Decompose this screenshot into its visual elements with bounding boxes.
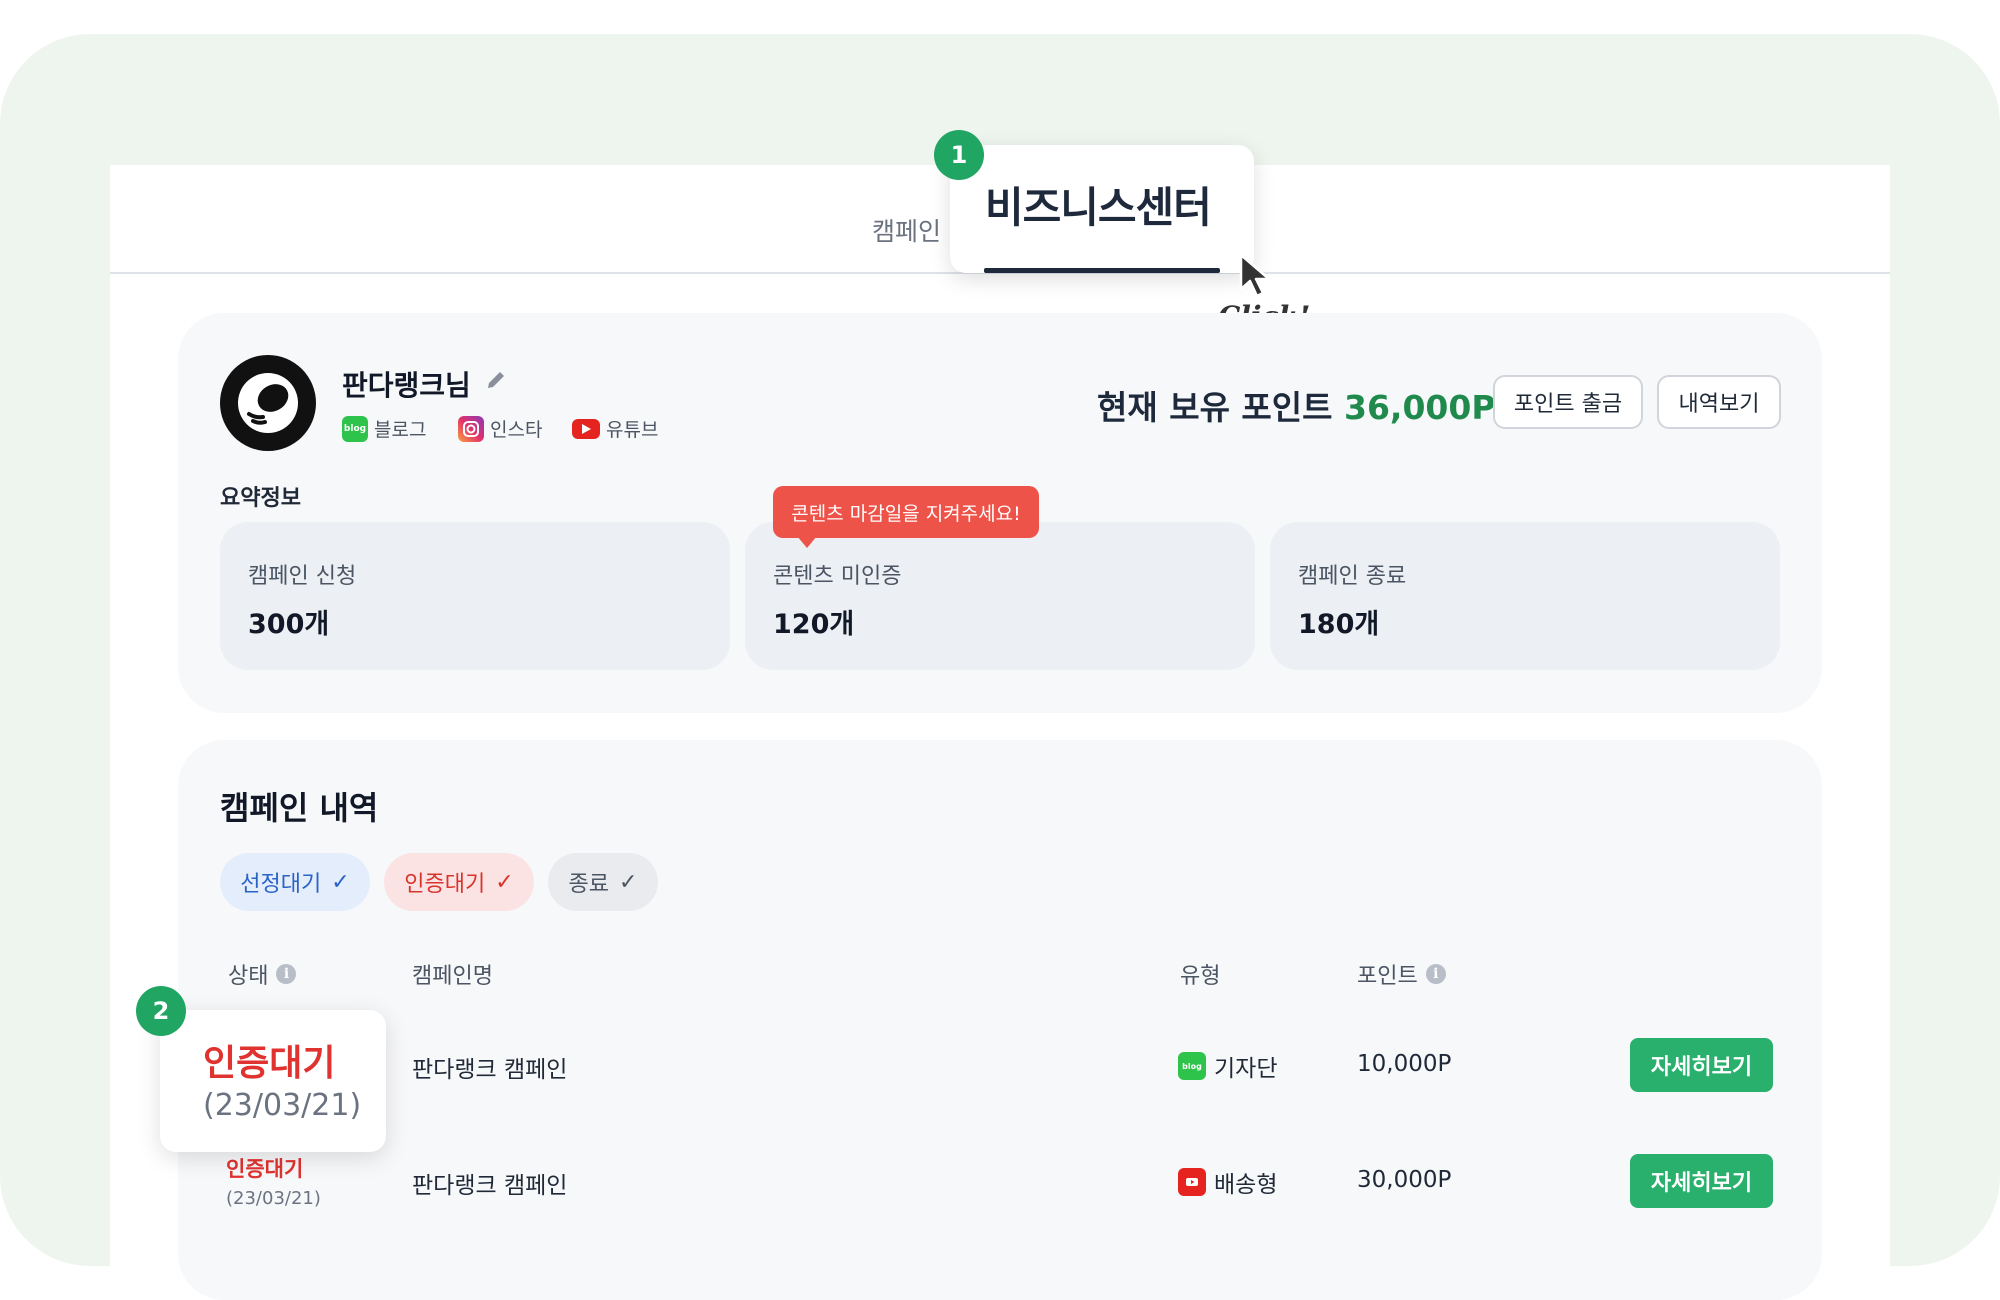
instagram-icon: [458, 415, 484, 442]
campaign-points: 30,000P: [1357, 1167, 1452, 1193]
filter-chip-pending-verification[interactable]: 인증대기 ✓: [384, 853, 534, 911]
view-history-button[interactable]: 내역보기: [1657, 375, 1781, 429]
campaign-type: 배송형: [1178, 1165, 1277, 1199]
check-icon: ✓: [619, 869, 638, 895]
deadline-tooltip: 콘텐츠 마감일을 지켜주세요!: [773, 486, 1039, 538]
chip-label: 종료: [568, 872, 610, 897]
stat-card-ended: 캠페인 종료 180개: [1270, 522, 1780, 670]
check-icon: ✓: [495, 869, 514, 895]
type-label: 기자단: [1214, 1056, 1278, 1082]
sns-instagram[interactable]: 인스타: [458, 415, 542, 442]
stat-value: 300개: [248, 609, 330, 640]
status-date: (23/03/21): [226, 1188, 321, 1209]
info-icon[interactable]: i: [276, 964, 297, 984]
sns-label: 유튜브: [606, 419, 659, 441]
withdraw-points-button[interactable]: 포인트 출금: [1493, 375, 1643, 429]
stat-value: 120개: [773, 609, 855, 640]
brand-logo-icon: [238, 373, 298, 433]
pencil-edit-icon[interactable]: [484, 368, 508, 392]
filter-chip-pending-selection[interactable]: 선정대기 ✓: [220, 853, 370, 911]
type-label: 배송형: [1214, 1172, 1278, 1198]
view-details-button[interactable]: 자세히보기: [1630, 1038, 1773, 1092]
blog-icon: blog: [1178, 1052, 1206, 1080]
view-details-button[interactable]: 자세히보기: [1630, 1154, 1773, 1208]
campaign-points: 10,000P: [1357, 1051, 1452, 1077]
campaign-history-card: [178, 740, 1822, 1300]
step-badge-1: 1: [934, 130, 984, 180]
column-header-name: 캠페인명: [412, 958, 493, 990]
status-date: (23/03/21): [203, 1088, 362, 1123]
status-label: 인증대기: [226, 1157, 304, 1181]
summary-title: 요약정보: [220, 486, 301, 511]
mouse-cursor-icon: [1239, 253, 1271, 298]
step-badge-2: 2: [136, 986, 186, 1036]
status-label: 인증대기: [203, 1043, 336, 1084]
column-label: 유형: [1180, 964, 1221, 989]
sns-label: 인스타: [490, 419, 543, 441]
youtube-icon: [1178, 1168, 1206, 1196]
campaign-history-title: 캠페인 내역: [220, 789, 379, 827]
column-label: 캠페인명: [412, 964, 493, 989]
chip-label: 선정대기: [240, 872, 322, 897]
points-label: 현재 보유 포인트: [1097, 388, 1333, 427]
chip-label: 인증대기: [404, 872, 486, 897]
tab-campaign[interactable]: 캠페인: [872, 212, 941, 248]
profile-name: 판다랭크님: [342, 369, 471, 402]
active-tab-indicator: [984, 268, 1220, 273]
sns-label: 블로그: [374, 419, 427, 441]
column-label: 포인트: [1357, 964, 1418, 989]
sns-blog[interactable]: blog 블로그: [342, 415, 426, 442]
blog-icon: blog: [342, 415, 368, 442]
stat-card-applied: 캠페인 신청 300개: [220, 522, 730, 670]
filter-chip-ended[interactable]: 종료 ✓: [548, 853, 658, 911]
youtube-icon: [572, 418, 600, 439]
column-label: 상태: [228, 964, 269, 989]
stat-card-unverified: 콘텐츠 미인증 120개: [745, 522, 1255, 670]
check-icon: ✓: [331, 869, 350, 895]
stat-label: 콘텐츠 미인증: [773, 564, 902, 589]
stat-value: 180개: [1298, 609, 1380, 640]
campaign-name[interactable]: 판다랭크 캠페인: [412, 1050, 567, 1084]
column-header-type: 유형: [1180, 958, 1220, 990]
stat-label: 캠페인 종료: [1298, 564, 1407, 589]
tooltip-tail: [797, 536, 817, 548]
info-icon[interactable]: i: [1425, 964, 1446, 984]
stat-label: 캠페인 신청: [248, 564, 357, 589]
column-header-status: 상태 i: [228, 958, 297, 990]
sns-youtube[interactable]: 유튜브: [572, 415, 658, 442]
current-points: 현재 보유 포인트 36,000P: [1097, 381, 1496, 429]
column-header-points: 포인트 i: [1357, 958, 1446, 990]
tab-business-center[interactable]: 비즈니스센터: [985, 174, 1212, 235]
campaign-name[interactable]: 판다랭크 캠페인: [412, 1166, 567, 1200]
campaign-type: blog 기자단: [1178, 1049, 1277, 1083]
avatar: [220, 355, 316, 451]
points-value: 36,000P: [1344, 388, 1496, 427]
